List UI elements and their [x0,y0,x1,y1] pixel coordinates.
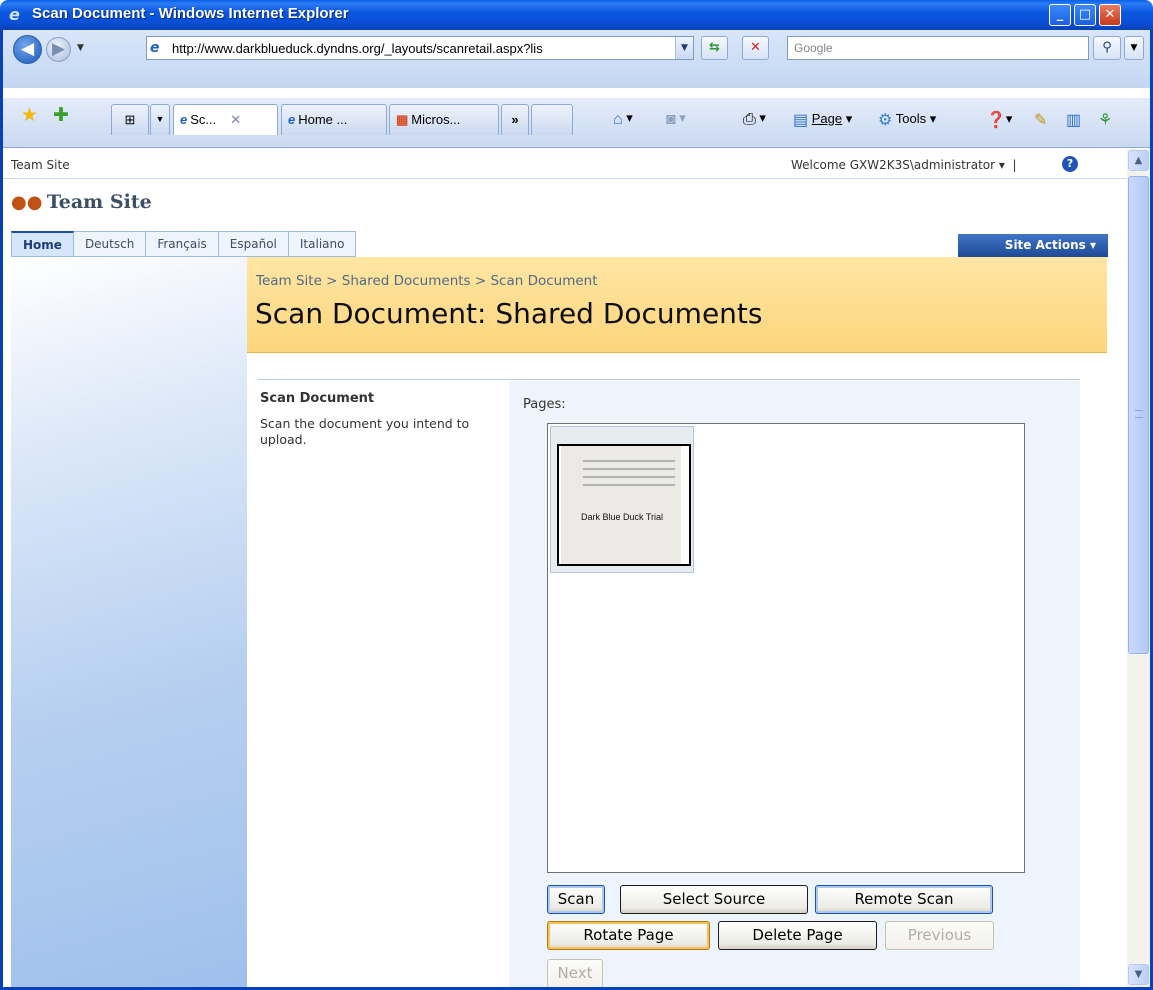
section-text: Scan the document you intend to upload. [260,416,470,447]
favorites-star-icon[interactable]: ★ [21,104,38,126]
page-title: Scan Document: Shared Documents [255,297,763,330]
forward-button[interactable]: ▶ [46,37,71,62]
nav-tab-espanol[interactable]: Español [218,231,289,257]
title-bar: e Scan Document - Windows Internet Explo… [0,0,1153,30]
back-button[interactable]: ◀ [13,35,42,64]
tools-menu-label: Tools [895,111,927,126]
sharepoint-help-icon[interactable]: ? [1062,156,1078,172]
main-content: Scan Document Scan the document you inte… [247,353,1107,987]
print-icon[interactable]: ⎙ ▾ [743,110,766,129]
vertical-scrollbar[interactable]: ▲ ▼ [1127,149,1150,987]
welcome-text: Welcome GXW2K3S\administrator [791,158,996,172]
search-options-icon[interactable]: ▼ [1124,36,1144,60]
window-frame-left [0,30,3,990]
quick-tabs-icon[interactable]: ⊞ [111,104,149,135]
address-bar: ◀ ▶ ▼ e http://www.darkblueduck.dyndns.o… [0,30,1153,88]
more-tabs-button[interactable]: » [501,104,529,135]
search-input[interactable]: Google [787,36,1089,60]
team-site-logo-icon: ●● [11,192,43,213]
tab-home[interactable]: e Home ... [281,104,387,135]
search-icon[interactable]: ⚲ [1093,36,1121,60]
nav-tab-home[interactable]: Home [11,231,74,257]
tools-menu[interactable]: ⚙ Tools ▾ [878,110,936,130]
select-source-button[interactable]: Select Source [620,885,808,914]
close-tab-icon[interactable]: ✕ [230,112,241,127]
site-actions-label: Site Actions [1004,238,1086,252]
history-dropdown-icon[interactable]: ▼ [77,43,84,53]
tab-label: Micros... [411,112,461,127]
ie-logo-icon: e [9,5,20,24]
scanned-page-image: Dark Blue Duck Trial [561,446,681,564]
section-title: Scan Document [260,391,375,406]
scan-panel: Pages: Dark Blue Duck Trial Scan Select … [509,381,1080,987]
window-title: Scan Document - Windows Internet Explore… [32,5,349,22]
home-icon[interactable]: ⌂ ▾ [613,110,633,129]
previous-button[interactable]: Previous [885,921,994,950]
nav-tab-italiano[interactable]: Italiano [288,231,357,257]
pages-viewer[interactable]: Dark Blue Duck Trial [547,423,1025,873]
url-dropdown-icon[interactable]: ▼ [675,37,693,59]
site-title: ●● Team Site [11,191,152,221]
url-field[interactable]: e http://www.darkblueduck.dyndns.org/_la… [146,36,694,60]
feeds-icon[interactable]: ◙ ▾ [666,110,686,129]
minimize-button[interactable]: _ [1049,4,1071,26]
welcome-menu[interactable]: Welcome GXW2K3S\administrator ▾ | [791,158,1017,172]
pages-label: Pages: [523,397,566,412]
left-navigation [11,257,247,987]
refresh-button[interactable]: ⇆ [701,36,728,60]
research-icon[interactable]: ✎ [1034,110,1047,130]
ie-tab-icon: e [288,112,296,127]
page-menu[interactable]: ▤ Page ▾ [793,110,852,130]
close-button[interactable]: ✕ [1099,4,1121,26]
scroll-up-icon[interactable]: ▲ [1128,150,1149,171]
page-content: Team Site Welcome GXW2K3S\administrator … [3,149,1127,987]
page-header: Team Site > Shared Documents > Scan Docu… [247,257,1107,353]
search-placeholder: Google [794,41,833,55]
page-menu-label: Page [811,111,843,126]
add-favorites-icon[interactable]: ✚ [53,104,69,126]
scrollbar-thumb[interactable] [1128,176,1149,654]
site-crumb-link[interactable]: Team Site [11,158,70,172]
tab-list-icon[interactable]: ▼ [150,104,170,135]
section-divider [258,379,1080,380]
new-tab-button[interactable] [531,104,573,135]
thumbnail-doc-title: Dark Blue Duck Trial [580,512,664,522]
tab-label: Sc... [190,112,217,127]
tab-label: Home ... [298,112,348,127]
delete-page-button[interactable]: Delete Page [718,921,877,950]
tab-microsoft[interactable]: ▦ Micros... [389,104,499,135]
scroll-down-icon[interactable]: ▼ [1128,964,1149,985]
scan-button[interactable]: Scan [547,885,605,914]
office-tab-icon: ▦ [396,112,409,127]
top-nav: Home Deutsch Français Español Italiano [11,231,357,257]
breadcrumb[interactable]: Team Site > Shared Documents > Scan Docu… [256,273,598,289]
tab-row: ★ ✚ ⊞ ▼ e Sc... ✕ e Home ... ▦ Micros... » ⌂… [3,98,1150,148]
help-icon[interactable]: ❓▾ [986,110,1012,130]
page-thumbnail[interactable]: Dark Blue Duck Trial [557,444,691,566]
maximize-button[interactable]: □ [1074,4,1096,26]
discuss-icon[interactable]: ⚘ [1098,110,1112,130]
site-actions-menu[interactable]: Site Actions ▾ [958,234,1108,257]
stop-button[interactable]: ✕ [742,36,769,60]
url-text: http://www.darkblueduck.dyndns.org/_layo… [172,41,543,56]
remote-scan-button[interactable]: Remote Scan [815,885,993,914]
nav-tab-deutsch[interactable]: Deutsch [73,231,147,257]
messenger-icon[interactable]: ▥ [1066,110,1081,130]
tab-scan-document[interactable]: e Sc... ✕ [173,104,278,135]
page-thumbnail-cell[interactable]: Dark Blue Duck Trial [550,426,694,573]
top-link-bar: Team Site Welcome GXW2K3S\administrator … [3,149,1127,179]
site-title-text[interactable]: Team Site [47,191,152,213]
nav-tab-francais[interactable]: Français [146,231,219,257]
next-button[interactable]: Next [547,959,603,987]
page-icon: e [150,40,160,56]
ie-tab-icon: e [180,112,188,127]
rotate-page-button[interactable]: Rotate Page [547,921,710,950]
scrollbar-grip [1135,410,1143,418]
